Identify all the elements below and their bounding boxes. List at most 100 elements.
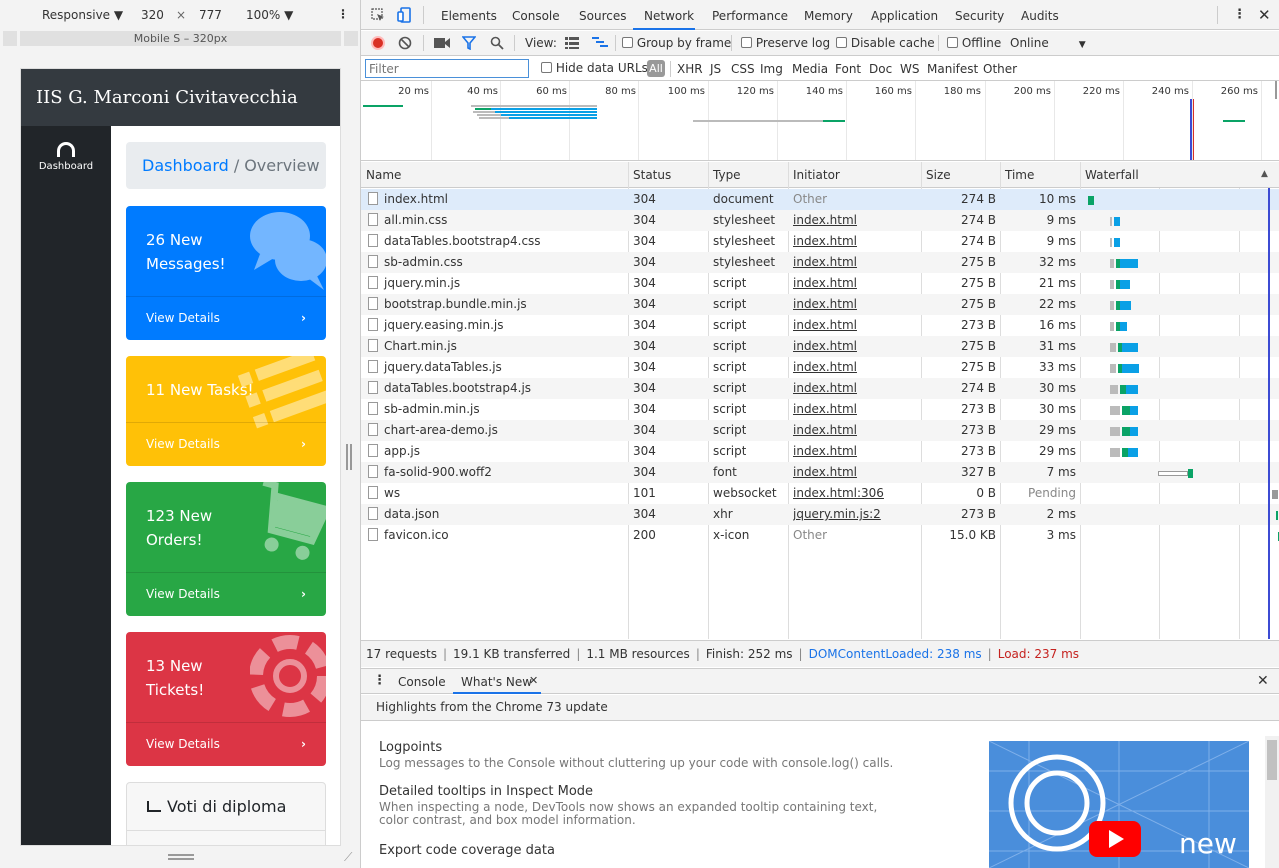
sidebar-item-dashboard[interactable]: Dashboard — [21, 126, 111, 172]
scrollbar-thumb[interactable] — [1267, 740, 1277, 780]
overview-end-handle[interactable] — [1275, 81, 1277, 99]
request-name-cell[interactable]: data.json — [368, 504, 623, 525]
column-header-size[interactable]: Size — [926, 168, 951, 182]
request-name-cell[interactable]: jquery.dataTables.js — [368, 357, 623, 378]
request-name-cell[interactable]: dataTables.bootstrap4.js — [368, 378, 623, 399]
request-name-cell[interactable]: dataTables.bootstrap4.css — [368, 231, 623, 252]
filter-type-font[interactable]: Font — [835, 62, 861, 76]
offline-option[interactable]: Offline — [947, 36, 1001, 50]
column-header-initiator[interactable]: Initiator — [793, 168, 840, 182]
device-preset-ruler[interactable]: Mobile S – 320px — [20, 31, 341, 46]
table-row[interactable]: dataTables.bootstrap4.css 304 stylesheet in… — [361, 231, 1279, 252]
request-initiator[interactable]: index.html — [793, 231, 857, 252]
device-mode-select[interactable]: Responsive ▼ — [42, 8, 123, 22]
table-row[interactable]: sb-admin.min.js 304 script index.html 273 B 3… — [361, 399, 1279, 420]
table-row[interactable]: jquery.easing.min.js 304 script index.html 2… — [361, 315, 1279, 336]
hide-data-urls-checkbox[interactable] — [541, 62, 552, 73]
request-initiator[interactable]: jquery.min.js:2 — [793, 504, 881, 525]
table-row[interactable]: Chart.min.js 304 script index.html 275 B 31 m… — [361, 336, 1279, 357]
screenshot-camera-icon[interactable] — [434, 37, 450, 49]
group-by-frame-option[interactable]: Group by frame — [622, 36, 731, 50]
corner-resize-handle[interactable]: ⟋ — [344, 850, 352, 865]
preserve-log-option[interactable]: Preserve log — [741, 36, 830, 50]
tab-elements[interactable]: Elements — [441, 9, 497, 23]
offline-checkbox[interactable] — [947, 37, 958, 48]
tasks-view-details-link[interactable]: View Details › — [126, 422, 326, 465]
filter-type-xhr[interactable]: XHR — [677, 62, 703, 76]
clear-icon[interactable] — [398, 36, 412, 50]
drawer-tab-console[interactable]: Console — [398, 675, 446, 689]
filter-type-css[interactable]: CSS — [731, 62, 755, 76]
filter-type-manifest[interactable]: Manifest — [927, 62, 978, 76]
tab-memory[interactable]: Memory — [804, 9, 853, 23]
device-height-input[interactable]: 777 — [199, 8, 222, 22]
breadcrumb-home-link[interactable]: Dashboard — [142, 156, 229, 175]
table-row[interactable]: jquery.dataTables.js 304 script index.html 2… — [361, 357, 1279, 378]
close-devtools-icon[interactable]: ✕ — [1258, 6, 1271, 24]
messages-view-details-link[interactable]: View Details › — [126, 296, 326, 339]
filter-type-js[interactable]: JS — [710, 62, 721, 76]
column-header-status[interactable]: Status — [633, 168, 671, 182]
table-row[interactable]: favicon.ico 200 x-icon Other 15.0 KB 3 ms — [361, 525, 1279, 546]
tickets-view-details-link[interactable]: View Details › — [126, 722, 326, 765]
tab-console[interactable]: Console — [512, 9, 560, 23]
table-row[interactable]: data.json 304 xhr jquery.min.js:2 273 B 2 ms — [361, 504, 1279, 525]
device-more-icon[interactable]: ⋮ — [337, 7, 349, 21]
orders-view-details-link[interactable]: View Details › — [126, 572, 326, 615]
site-brand[interactable]: IIS G. Marconi Civitavecchia 2019 — [21, 69, 340, 165]
large-rows-icon[interactable] — [565, 37, 579, 49]
request-name-cell[interactable]: sb-admin.min.js — [368, 399, 623, 420]
devtools-menu-icon[interactable]: ⋮ — [1233, 7, 1246, 22]
device-width-input[interactable]: 320 — [141, 8, 164, 22]
request-initiator[interactable]: index.html — [793, 273, 857, 294]
drawer-menu-icon[interactable]: ⋮ — [373, 673, 386, 688]
device-toolbar-icon[interactable] — [397, 7, 411, 23]
request-name-cell[interactable]: chart-area-demo.js — [368, 420, 623, 441]
request-initiator[interactable]: index.html — [793, 378, 857, 399]
request-name-cell[interactable]: Chart.min.js — [368, 336, 623, 357]
table-row[interactable]: index.html 304 document Other 274 B 10 ms — [361, 189, 1279, 210]
device-zoom-select[interactable]: 100% ▼ — [246, 8, 293, 22]
request-initiator[interactable]: index.html:306 — [793, 483, 884, 504]
request-initiator[interactable]: index.html — [793, 441, 857, 462]
table-row[interactable]: chart-area-demo.js 304 script index.html 273… — [361, 420, 1279, 441]
request-initiator[interactable]: index.html — [793, 420, 857, 441]
inspect-element-icon[interactable] — [371, 8, 385, 22]
filter-input[interactable] — [365, 59, 529, 78]
search-icon[interactable] — [490, 36, 504, 50]
table-row[interactable]: sb-admin.css 304 stylesheet index.html 275 B… — [361, 252, 1279, 273]
request-name-cell[interactable]: favicon.ico — [368, 525, 623, 546]
request-name-cell[interactable]: jquery.easing.min.js — [368, 315, 623, 336]
feature-logpoints[interactable]: Logpoints Log messages to the Console wi… — [379, 740, 949, 770]
network-overview[interactable]: 20 ms 40 ms 60 ms 80 ms 100 ms 120 ms 14… — [361, 81, 1279, 161]
request-initiator[interactable]: index.html — [793, 315, 857, 336]
hide-data-urls-option[interactable]: Hide data URLs — [541, 61, 648, 75]
tab-audits[interactable]: Audits — [1021, 9, 1059, 23]
request-name-cell[interactable]: index.html — [368, 189, 623, 210]
filter-funnel-icon[interactable] — [462, 36, 476, 50]
filter-type-all[interactable]: All — [647, 60, 665, 77]
table-row[interactable]: jquery.min.js 304 script index.html 275 B 21 … — [361, 273, 1279, 294]
right-resize-handle[interactable] — [346, 444, 352, 470]
request-name-cell[interactable]: fa-solid-900.woff2 — [368, 462, 623, 483]
request-name-cell[interactable]: ws — [368, 483, 623, 504]
request-initiator[interactable]: index.html — [793, 294, 857, 315]
request-name-cell[interactable]: sb-admin.css — [368, 252, 623, 273]
request-initiator[interactable]: index.html — [793, 210, 857, 231]
request-initiator[interactable]: index.html — [793, 357, 857, 378]
request-initiator[interactable]: index.html — [793, 462, 857, 483]
throttling-select[interactable]: Online ▼ — [1010, 36, 1086, 50]
bottom-resize-handle[interactable] — [168, 854, 194, 860]
filter-type-doc[interactable]: Doc — [869, 62, 892, 76]
feature-detailed-tooltips[interactable]: Detailed tooltips in Inspect Mode When i… — [379, 784, 949, 827]
drawer-scrollbar[interactable] — [1265, 736, 1279, 868]
sort-ascending-icon[interactable]: ▲ — [1261, 169, 1268, 179]
tab-security[interactable]: Security — [955, 9, 1004, 23]
group-by-frame-checkbox[interactable] — [622, 37, 633, 48]
filter-type-other[interactable]: Other — [983, 62, 1017, 76]
filter-type-media[interactable]: Media — [792, 62, 828, 76]
request-name-cell[interactable]: app.js — [368, 441, 623, 462]
filter-type-img[interactable]: Img — [760, 62, 783, 76]
disable-cache-option[interactable]: Disable cache — [836, 36, 935, 50]
table-row[interactable]: ws 101 websocket index.html:306 0 B Pending — [361, 483, 1279, 504]
